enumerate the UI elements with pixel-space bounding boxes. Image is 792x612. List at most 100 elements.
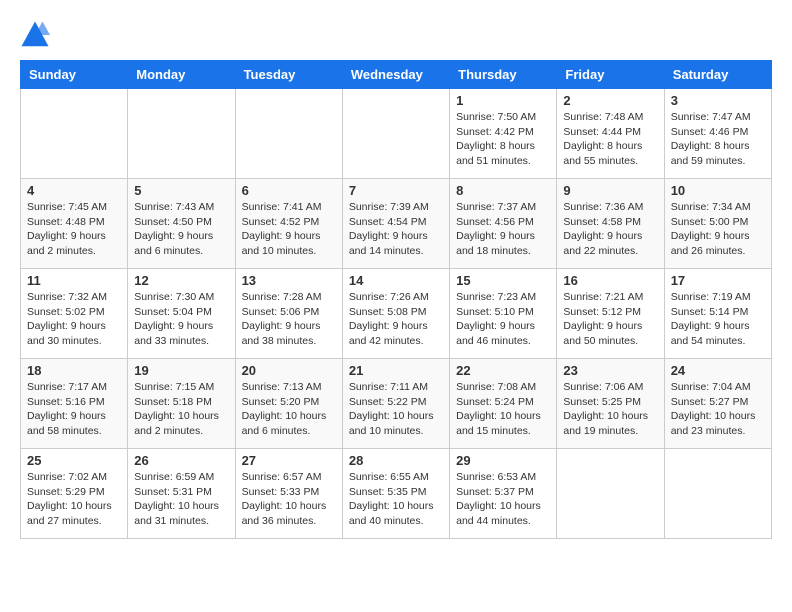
day-info: Sunrise: 7:30 AM Sunset: 5:04 PM Dayligh…: [134, 290, 228, 349]
day-number: 11: [27, 273, 121, 288]
day-info: Sunrise: 7:34 AM Sunset: 5:00 PM Dayligh…: [671, 200, 765, 259]
calendar-cell: 28 Sunrise: 6:55 AM Sunset: 5:35 PM Dayli…: [342, 449, 449, 539]
header-wednesday: Wednesday: [342, 61, 449, 89]
calendar-cell: [235, 89, 342, 179]
calendar-cell: 27Sunrise: 6:57 AM Sunset: 5:33 PM Dayli…: [235, 449, 342, 539]
day-number: 10: [671, 183, 765, 198]
day-number: 5: [134, 183, 228, 198]
header-friday: Friday: [557, 61, 664, 89]
day-info: Sunrise: 7:02 AM Sunset: 5:29 PM Dayligh…: [27, 470, 121, 529]
day-info: Sunrise: 7:28 AM Sunset: 5:06 PM Dayligh…: [242, 290, 336, 349]
day-number: 19: [134, 363, 228, 378]
day-info: Sunrise: 6:55 AM Sunset: 5:35 PM Dayligh…: [349, 470, 443, 529]
calendar-cell: 12 Sunrise: 7:30 AM Sunset: 5:04 PM Dayli…: [128, 269, 235, 359]
day-info: Sunrise: 7:45 AM Sunset: 4:48 PM Dayligh…: [27, 200, 121, 259]
day-number: 15: [456, 273, 550, 288]
day-number: 21: [349, 363, 443, 378]
calendar-week-1: 1Sunrise: 7:50 AM Sunset: 4:42 PM Daylig…: [21, 89, 772, 179]
calendar-cell: 1Sunrise: 7:50 AM Sunset: 4:42 PM Daylig…: [450, 89, 557, 179]
day-info: Sunrise: 7:21 AM Sunset: 5:12 PM Dayligh…: [563, 290, 657, 349]
calendar-cell: 29Sunrise: 6:53 AM Sunset: 5:37 PM Dayli…: [450, 449, 557, 539]
day-info: Sunrise: 7:23 AM Sunset: 5:10 PM Dayligh…: [456, 290, 550, 349]
day-number: 6: [242, 183, 336, 198]
day-number: 1: [456, 93, 550, 108]
calendar-week-2: 4 Sunrise: 7:45 AM Sunset: 4:48 PM Daylig…: [21, 179, 772, 269]
logo-icon: [20, 20, 50, 50]
calendar-cell: 23 Sunrise: 7:06 AM Sunset: 5:25 PM Dayli…: [557, 359, 664, 449]
day-number: 17: [671, 273, 765, 288]
calendar-cell: [342, 89, 449, 179]
calendar-cell: 8 Sunrise: 7:37 AM Sunset: 4:56 PM Daylig…: [450, 179, 557, 269]
day-number: 7: [349, 183, 443, 198]
day-number: 26: [134, 453, 228, 468]
day-number: 16: [563, 273, 657, 288]
calendar-cell: 6 Sunrise: 7:41 AM Sunset: 4:52 PM Daylig…: [235, 179, 342, 269]
day-number: 9: [563, 183, 657, 198]
calendar-cell: 13 Sunrise: 7:28 AM Sunset: 5:06 PM Dayli…: [235, 269, 342, 359]
day-info: Sunrise: 7:37 AM Sunset: 4:56 PM Dayligh…: [456, 200, 550, 259]
calendar-cell: 10 Sunrise: 7:34 AM Sunset: 5:00 PM Dayli…: [664, 179, 771, 269]
calendar-cell: [128, 89, 235, 179]
day-info: Sunrise: 7:08 AM Sunset: 5:24 PM Dayligh…: [456, 380, 550, 439]
calendar-cell: 4 Sunrise: 7:45 AM Sunset: 4:48 PM Daylig…: [21, 179, 128, 269]
calendar-cell: 21 Sunrise: 7:11 AM Sunset: 5:22 PM Dayli…: [342, 359, 449, 449]
day-info: Sunrise: 7:04 AM Sunset: 5:27 PM Dayligh…: [671, 380, 765, 439]
calendar-week-3: 11 Sunrise: 7:32 AM Sunset: 5:02 PM Dayli…: [21, 269, 772, 359]
day-number: 23: [563, 363, 657, 378]
calendar-header-row: SundayMondayTuesdayWednesdayThursdayFrid…: [21, 61, 772, 89]
header-thursday: Thursday: [450, 61, 557, 89]
day-info: Sunrise: 7:15 AM Sunset: 5:18 PM Dayligh…: [134, 380, 228, 439]
day-info: Sunrise: 7:13 AM Sunset: 5:20 PM Dayligh…: [242, 380, 336, 439]
calendar-cell: 9 Sunrise: 7:36 AM Sunset: 4:58 PM Daylig…: [557, 179, 664, 269]
calendar-cell: 2 Sunrise: 7:48 AM Sunset: 4:44 PM Daylig…: [557, 89, 664, 179]
calendar-cell: 20 Sunrise: 7:13 AM Sunset: 5:20 PM Dayli…: [235, 359, 342, 449]
day-info: Sunrise: 7:19 AM Sunset: 5:14 PM Dayligh…: [671, 290, 765, 349]
header-saturday: Saturday: [664, 61, 771, 89]
calendar-week-5: 25 Sunrise: 7:02 AM Sunset: 5:29 PM Dayli…: [21, 449, 772, 539]
calendar-cell: [557, 449, 664, 539]
day-number: 18: [27, 363, 121, 378]
day-number: 28: [349, 453, 443, 468]
day-number: 25: [27, 453, 121, 468]
day-info: Sunrise: 7:17 AM Sunset: 5:16 PM Dayligh…: [27, 380, 121, 439]
day-number: 29: [456, 453, 550, 468]
day-info: Sunrise: 7:39 AM Sunset: 4:54 PM Dayligh…: [349, 200, 443, 259]
calendar-cell: [21, 89, 128, 179]
day-info: Sunrise: 7:06 AM Sunset: 5:25 PM Dayligh…: [563, 380, 657, 439]
day-number: 20: [242, 363, 336, 378]
calendar-cell: 19 Sunrise: 7:15 AM Sunset: 5:18 PM Dayli…: [128, 359, 235, 449]
day-info: Sunrise: 7:41 AM Sunset: 4:52 PM Dayligh…: [242, 200, 336, 259]
calendar-cell: 22 Sunrise: 7:08 AM Sunset: 5:24 PM Dayli…: [450, 359, 557, 449]
day-number: 4: [27, 183, 121, 198]
day-info: Sunrise: 7:32 AM Sunset: 5:02 PM Dayligh…: [27, 290, 121, 349]
calendar-cell: 25 Sunrise: 7:02 AM Sunset: 5:29 PM Dayli…: [21, 449, 128, 539]
day-info: Sunrise: 7:43 AM Sunset: 4:50 PM Dayligh…: [134, 200, 228, 259]
day-number: 22: [456, 363, 550, 378]
calendar-week-4: 18 Sunrise: 7:17 AM Sunset: 5:16 PM Dayli…: [21, 359, 772, 449]
day-number: 2: [563, 93, 657, 108]
day-number: 3: [671, 93, 765, 108]
calendar-cell: [664, 449, 771, 539]
calendar-cell: 26 Sunrise: 6:59 AM Sunset: 5:31 PM Dayli…: [128, 449, 235, 539]
day-info: Sunrise: 7:36 AM Sunset: 4:58 PM Dayligh…: [563, 200, 657, 259]
day-number: 14: [349, 273, 443, 288]
calendar-cell: 24 Sunrise: 7:04 AM Sunset: 5:27 PM Dayli…: [664, 359, 771, 449]
calendar-cell: 11 Sunrise: 7:32 AM Sunset: 5:02 PM Dayli…: [21, 269, 128, 359]
day-info: Sunrise: 6:57 AM Sunset: 5:33 PM Dayligh…: [242, 470, 336, 529]
day-number: 13: [242, 273, 336, 288]
calendar-cell: 18 Sunrise: 7:17 AM Sunset: 5:16 PM Dayli…: [21, 359, 128, 449]
day-info: Sunrise: 7:48 AM Sunset: 4:44 PM Dayligh…: [563, 110, 657, 169]
day-info: Sunrise: 7:11 AM Sunset: 5:22 PM Dayligh…: [349, 380, 443, 439]
calendar-cell: 15 Sunrise: 7:23 AM Sunset: 5:10 PM Dayli…: [450, 269, 557, 359]
day-info: Sunrise: 7:47 AM Sunset: 4:46 PM Dayligh…: [671, 110, 765, 169]
calendar-cell: 5 Sunrise: 7:43 AM Sunset: 4:50 PM Daylig…: [128, 179, 235, 269]
day-number: 24: [671, 363, 765, 378]
day-info: Sunrise: 6:59 AM Sunset: 5:31 PM Dayligh…: [134, 470, 228, 529]
header-sunday: Sunday: [21, 61, 128, 89]
logo: [20, 20, 54, 50]
day-number: 8: [456, 183, 550, 198]
header-monday: Monday: [128, 61, 235, 89]
calendar: SundayMondayTuesdayWednesdayThursdayFrid…: [20, 60, 772, 539]
calendar-cell: 7 Sunrise: 7:39 AM Sunset: 4:54 PM Daylig…: [342, 179, 449, 269]
day-number: 12: [134, 273, 228, 288]
